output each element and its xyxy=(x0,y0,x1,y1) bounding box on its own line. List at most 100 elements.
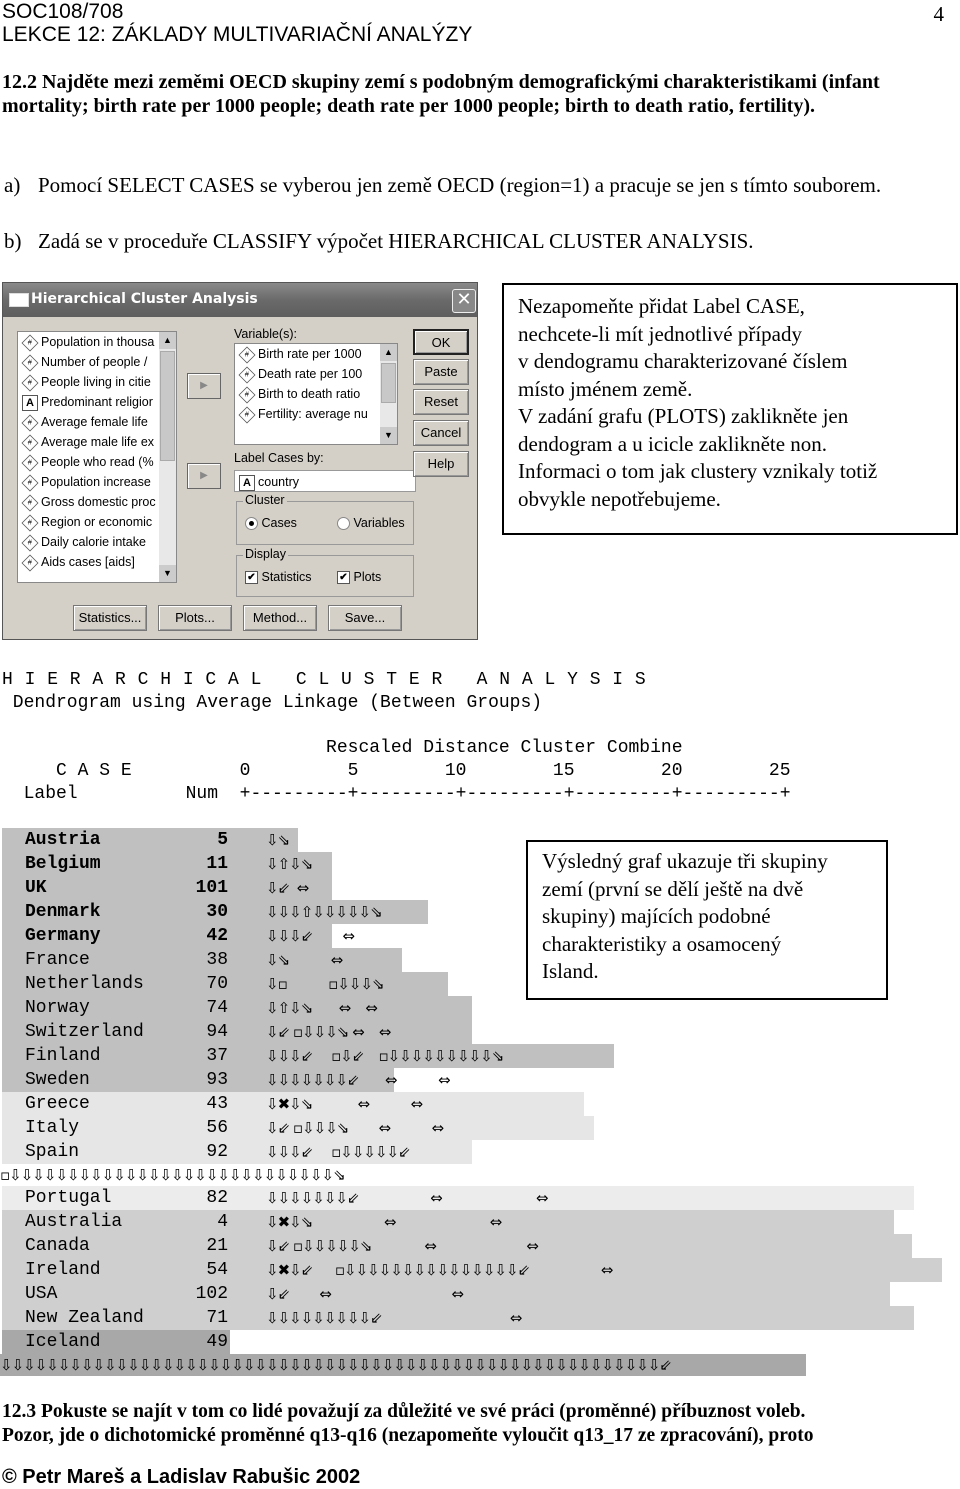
numeric-variable-icon: # xyxy=(21,334,39,352)
dendrogram-branch: ⇩⇙ ▫⇩⇩⇩⇩⇩⇘ ⇔ ⇔ xyxy=(266,1237,539,1255)
scroll-thumb[interactable] xyxy=(381,363,396,403)
dendrogram-row: Iceland 49 xyxy=(0,1330,960,1354)
case-label: Norway xyxy=(25,998,90,1018)
statistics-checkbox[interactable]: ✔ Statistics xyxy=(245,570,312,585)
case-label: Portugal xyxy=(25,1188,112,1208)
string-variable-icon: A xyxy=(22,394,38,411)
selected-variable-item[interactable]: # Birth to death ratio xyxy=(235,384,397,404)
display-group: Display ✔ Statistics ✔ Plots xyxy=(236,547,414,597)
numeric-variable-icon: # xyxy=(238,346,256,364)
case-label: Belgium xyxy=(25,854,101,874)
case-number: 92 xyxy=(206,1142,228,1162)
numeric-variable-icon: # xyxy=(238,366,256,384)
selected-variable-list[interactable]: # Birth rate per 1000 # Death rate per 100 #… xyxy=(234,343,398,445)
source-variable-item[interactable]: # People who read (% xyxy=(18,452,176,472)
ok-button[interactable]: OK xyxy=(413,329,469,355)
check-icon[interactable]: ✔ xyxy=(337,571,350,585)
source-variable-item-label: Population increase xyxy=(41,475,151,489)
variables-scrollbar[interactable]: ▲ ▼ xyxy=(380,344,397,444)
dendrogram-row: Spain 92 ⇩⇩⇩⇙ ▫⇩⇩⇩⇩⇩⇙ xyxy=(0,1140,960,1164)
move-to-label-cases-button[interactable]: ▶ xyxy=(187,463,221,489)
step-b-text: Zadá se v proceduře CLASSIFY výpočet HIE… xyxy=(38,229,754,253)
dialog-titlebar[interactable]: Hierarchical Cluster Analysis ✕ xyxy=(3,283,477,317)
selected-variable-item[interactable]: # Fertility: average nu xyxy=(235,404,397,424)
dendrogram-branch: ⇩⇙ ⇔ ⇔ xyxy=(266,1285,464,1303)
radio-cases-indicator[interactable] xyxy=(245,517,258,531)
scroll-down-icon[interactable]: ▼ xyxy=(159,565,176,582)
source-variable-item[interactable]: # Daily calorie intake xyxy=(18,532,176,552)
scroll-up-icon[interactable]: ▲ xyxy=(159,332,176,349)
source-variable-item[interactable]: # People living in citie xyxy=(18,372,176,392)
dendrogram-connector: ▫⇩⇩⇩⇩⇩⇩⇩⇩⇩⇩⇩⇩⇩⇩⇩⇩⇩⇩⇩⇩⇩⇩⇩⇩⇩⇩⇩⇩⇘ xyxy=(0,1166,346,1184)
dendrogram-row: Switzerland 94 ⇩⇙ ▫⇩⇩⇩⇘ ⇔ ⇔ xyxy=(0,1020,960,1044)
reset-button[interactable]: Reset xyxy=(413,389,469,415)
numeric-variable-icon: # xyxy=(238,386,256,404)
dendrogram-row: Canada 21 ⇩⇙ ▫⇩⇩⇩⇩⇩⇘ ⇔ ⇔ xyxy=(0,1234,960,1258)
note-line: dendogram a u icicle zaklikněte non. xyxy=(518,431,828,456)
dendrogram-branch: ⇩⇙ ▫⇩⇩⇩⇘ ⇔ ⇔ xyxy=(266,1119,444,1137)
dendrogram-branch: ⇩✖⇩⇘ ⇔ ⇔ xyxy=(266,1213,502,1231)
case-number: 11 xyxy=(206,854,228,874)
selected-variable-item[interactable]: # Birth rate per 1000 xyxy=(235,344,397,364)
selected-variable-item-label: Birth to death ratio xyxy=(258,387,361,401)
source-variable-item[interactable]: # Population in thousa xyxy=(18,332,176,352)
note-line: Výsledný graf ukazuje tři skupiny xyxy=(542,849,828,873)
case-label: Italy xyxy=(25,1118,80,1138)
source-variable-item[interactable]: # Average male life ex xyxy=(18,432,176,452)
source-variable-item[interactable]: # Aids cases [aids] xyxy=(18,552,176,572)
case-number: 93 xyxy=(206,1070,228,1090)
source-variable-item-label: People who read (% xyxy=(41,455,154,469)
source-variable-item[interactable]: A Predominant religior xyxy=(18,392,176,412)
scroll-up-icon[interactable]: ▲ xyxy=(380,344,397,361)
step-b: b) Zadá se v proceduře CLASSIFY výpočet H… xyxy=(4,228,924,255)
method-button[interactable]: Method... xyxy=(243,605,317,631)
scroll-down-icon[interactable]: ▼ xyxy=(380,427,397,444)
scroll-thumb[interactable] xyxy=(160,351,175,461)
case-number: 5 xyxy=(217,830,228,850)
source-variable-item[interactable]: # Gross domestic proc xyxy=(18,492,176,512)
dendrogram-branch: ⇩⇩⇩⇩⇩⇩⇩⇙ ⇔ ⇔ xyxy=(266,1189,548,1207)
case-label: France xyxy=(25,950,90,970)
source-variable-item-label: Average female life xyxy=(41,415,148,429)
numeric-variable-icon: # xyxy=(21,434,39,452)
source-list-scrollbar[interactable]: ▲ ▼ xyxy=(159,332,176,582)
source-variable-item[interactable]: # Region or economic xyxy=(18,512,176,532)
check-icon[interactable]: ✔ xyxy=(245,571,258,585)
case-label: Greece xyxy=(25,1094,90,1114)
source-variable-item[interactable]: # Number of people / xyxy=(18,352,176,372)
note-line: Island. xyxy=(542,959,599,983)
paste-button[interactable]: Paste xyxy=(413,359,469,385)
note-line: místo jménem země. xyxy=(518,376,693,401)
help-button[interactable]: Help xyxy=(413,451,469,477)
save-button[interactable]: Save... xyxy=(328,605,402,631)
radio-cases[interactable]: Cases xyxy=(245,516,297,531)
plots-checkbox[interactable]: ✔ Plots xyxy=(337,570,381,585)
close-icon[interactable]: ✕ xyxy=(452,289,476,313)
case-number: 42 xyxy=(206,926,228,946)
label-cases-value: country xyxy=(258,475,299,489)
radio-variables[interactable]: Variables xyxy=(337,516,405,531)
source-variable-item-label: Population in thousa xyxy=(41,335,155,349)
selected-variable-item[interactable]: # Death rate per 100 xyxy=(235,364,397,384)
radio-variables-indicator[interactable] xyxy=(337,517,350,531)
statistics-button[interactable]: Statistics... xyxy=(73,605,147,631)
source-variable-item[interactable]: # Average female life xyxy=(18,412,176,432)
dendrogram-row: New Zealand 71 ⇩⇩⇩⇩⇩⇩⇩⇩⇩⇙ ⇔ xyxy=(0,1306,960,1330)
case-label: UK xyxy=(25,878,47,898)
source-variable-item-label: People living in citie xyxy=(41,375,151,389)
move-to-variables-button[interactable]: ▶ xyxy=(187,373,221,399)
dendrogram-branch: ⇩⇩⇩⇧⇩⇩⇩⇩⇩⇘ xyxy=(266,903,383,921)
case-number: 94 xyxy=(206,1022,228,1042)
source-variable-list[interactable]: # Population in thousa # Number of people /… xyxy=(17,331,177,583)
label-cases-field[interactable]: Acountry xyxy=(234,470,416,492)
source-variable-item[interactable]: # Population increase xyxy=(18,472,176,492)
dendrogram-connector: ⇩⇩⇩⇩⇩⇩⇩⇩⇩⇩⇩⇩⇩⇩⇩⇩⇩⇩⇩⇩⇩⇩⇩⇩⇩⇩⇩⇩⇩⇩⇩⇩⇩⇩⇩⇩⇩⇩⇩⇩… xyxy=(0,1354,806,1376)
source-variable-item-label: Daily calorie intake xyxy=(41,535,146,549)
plots-button[interactable]: Plots... xyxy=(158,605,232,631)
dendrogram-branch: ⇩⇩⇩⇙ ▫⇩⇩⇩⇩⇩⇙ xyxy=(266,1143,411,1161)
note-line: v dendogramu charakterizované číslem xyxy=(518,349,848,373)
numeric-variable-icon: # xyxy=(21,454,39,472)
cancel-button[interactable]: Cancel xyxy=(413,420,469,446)
case-number: 21 xyxy=(206,1236,228,1256)
case-label: Canada xyxy=(25,1236,90,1256)
